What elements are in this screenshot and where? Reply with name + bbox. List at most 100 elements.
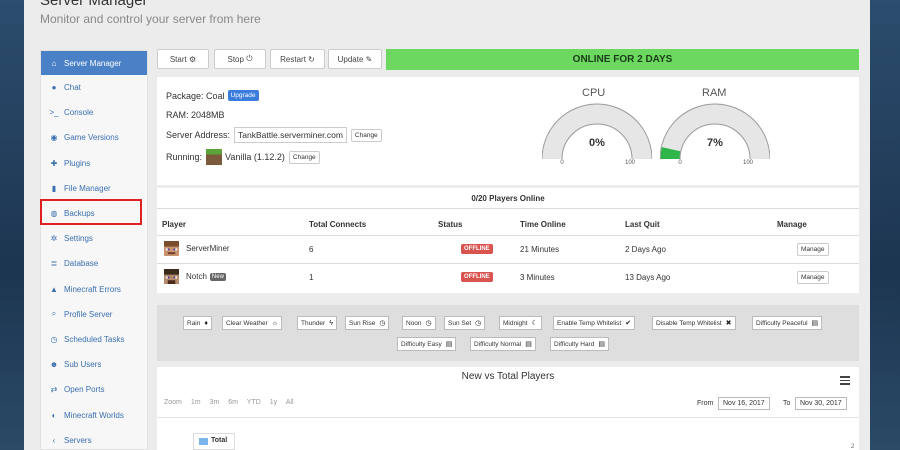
zoom-all[interactable]: All xyxy=(286,399,294,406)
sidebar-item-label: Backups xyxy=(64,209,95,219)
zoom-1y[interactable]: 1y xyxy=(270,399,277,406)
puzzle-icon: ✚ xyxy=(50,158,58,168)
sidebar-item-console[interactable]: >_ Console xyxy=(41,100,147,125)
sidebar-item-chat[interactable]: ● Chat xyxy=(41,75,147,100)
change-version-button[interactable]: Change xyxy=(288,150,320,164)
sidebar-item-profile-server[interactable]: ⌕ Profile Server xyxy=(41,302,147,327)
sidebar-item-minecraft-errors[interactable]: ▲ Minecraft Errors xyxy=(41,277,147,302)
player-name-cell: Notch New xyxy=(186,272,226,281)
zoom-3m[interactable]: 3m xyxy=(210,399,220,406)
stop-button[interactable]: Stop ⏻ xyxy=(214,49,266,69)
thunder-button[interactable]: Thunder ϟ xyxy=(297,316,337,330)
cpu-min: 0 xyxy=(560,160,564,164)
file-icon: ▮ xyxy=(51,183,57,193)
manage-button[interactable]: Manage xyxy=(797,243,829,256)
difficulty-hard-button[interactable]: Difficulty Hard ▤ xyxy=(550,337,609,351)
sidebar-item-label: Game Versions xyxy=(64,133,119,143)
users-icon: ☻ xyxy=(49,360,59,370)
divider xyxy=(157,263,859,264)
sidebar-item-server-manager[interactable]: ⌂ Server Manager xyxy=(41,51,147,75)
col-connects: Total Connects xyxy=(309,220,367,229)
zoom-6m[interactable]: 6m xyxy=(228,399,238,406)
zoom-ytd[interactable]: YTD xyxy=(247,399,261,406)
from-date-input[interactable]: Nov 16, 2017 xyxy=(718,397,770,410)
sidebar-item-servers[interactable]: ‹ Servers xyxy=(41,428,147,450)
sun-set-button[interactable]: Sun Set ◷ xyxy=(444,316,486,330)
drop-icon: ♦ xyxy=(204,319,208,327)
sidebar-item-scheduled-tasks[interactable]: ◷ Scheduled Tasks xyxy=(41,327,147,352)
sidebar-item-database[interactable]: ≣ Database xyxy=(41,251,147,276)
players-table: 0/20 Players Online Player Total Connect… xyxy=(157,188,859,293)
sidebar-item-sub-users[interactable]: ☻ Sub Users xyxy=(41,352,147,377)
update-button[interactable]: Update ✎ xyxy=(328,49,382,69)
running-row: Running: Vanilla (1.12.2) Change xyxy=(166,149,320,165)
plug-icon: ⇄ xyxy=(50,385,58,395)
time-online: 21 Minutes xyxy=(520,245,560,254)
sidebar-item-label: Chat xyxy=(64,83,81,93)
package-value: Coal xyxy=(206,90,225,101)
warning-icon: ▲ xyxy=(50,284,58,294)
hamburger-menu-icon[interactable] xyxy=(840,376,850,385)
ram-value: 2048MB xyxy=(191,110,225,120)
bolt-icon: ϟ xyxy=(329,319,333,327)
player-name: Notch xyxy=(186,272,207,281)
cmd-label: Sun Set xyxy=(448,319,472,327)
ram-gauge-fill xyxy=(660,147,681,160)
sidebar-item-plugins[interactable]: ✚ Plugins xyxy=(41,151,147,176)
zoom-1m[interactable]: 1m xyxy=(191,399,201,406)
search-icon: ⌕ xyxy=(51,309,57,319)
grass-block-icon xyxy=(206,149,223,165)
noon-button[interactable]: Noon ◷ xyxy=(402,316,436,330)
ram-gauge: 7% 0 100 xyxy=(660,103,770,164)
sidebar-item-backups[interactable]: ◍ Backups xyxy=(41,201,147,226)
difficulty-normal-button[interactable]: Difficulty Normal ▤ xyxy=(470,337,536,351)
sidebar-item-label: Plugins xyxy=(64,158,91,168)
difficulty-easy-button[interactable]: Difficulty Easy ▤ xyxy=(397,337,457,351)
sun-rise-button[interactable]: Sun Rise ◷ xyxy=(345,316,390,330)
midnight-button[interactable]: Midnight ☾ xyxy=(499,316,542,330)
clear-weather-button[interactable]: Clear Weather ☼ xyxy=(222,316,283,330)
cmd-label: Clear Weather xyxy=(226,319,268,327)
player-avatar xyxy=(164,269,179,284)
start-label: Start xyxy=(169,54,187,64)
zoom-controls: Zoom 1m 3m 6m YTD 1y All xyxy=(164,399,301,406)
sidebar-item-game-versions[interactable]: ◉ Game Versions xyxy=(41,125,147,150)
difficulty-peaceful-button[interactable]: Difficulty Peaceful ▤ xyxy=(752,316,823,330)
disable-temp-whitelist-button[interactable]: Disable Temp Whitelist ✖ xyxy=(652,316,736,330)
sidebar-item-file-manager[interactable]: ▮ File Manager xyxy=(41,176,147,201)
start-button[interactable]: Start ⚙ xyxy=(157,49,209,69)
divider xyxy=(157,417,859,418)
cpu-gauge: 0% 0 100 xyxy=(542,103,652,164)
commands-panel: Rain ♦ Clear Weather ☼ Thunder ϟ Sun Rise ◷ … xyxy=(157,305,859,361)
manage-button[interactable]: Manage xyxy=(797,271,829,284)
upgrade-button[interactable]: Upgrade xyxy=(227,90,259,101)
sun-icon: ☼ xyxy=(271,319,279,327)
cmd-label: Thunder xyxy=(301,319,326,327)
rain-button[interactable]: Rain ♦ xyxy=(183,316,212,330)
chart-title: New vs Total Players xyxy=(461,371,555,382)
world-icon: ◐ xyxy=(51,410,57,420)
ram-max: 100 xyxy=(743,160,754,164)
total-connects: 1 xyxy=(309,273,314,282)
sidebar-item-settings[interactable]: ✲ Settings xyxy=(41,226,147,251)
clock-icon: ◷ xyxy=(50,334,58,344)
to-date-input[interactable]: Nov 30, 2017 xyxy=(795,397,847,410)
sidebar-item-minecraft-worlds[interactable]: ◐ Minecraft Worlds xyxy=(41,402,147,427)
new-badge: New xyxy=(209,272,226,281)
enable-temp-whitelist-button[interactable]: Enable Temp Whitelist ✔ xyxy=(553,316,636,330)
cmd-label: Difficulty Peaceful xyxy=(756,319,808,327)
ram-row: RAM: 2048MB xyxy=(166,110,225,120)
change-address-button[interactable]: Change xyxy=(350,128,382,142)
sidebar-item-open-ports[interactable]: ⇄ Open Ports xyxy=(41,377,147,402)
sidebar-item-label: Minecraft Worlds xyxy=(64,410,124,420)
sidebar-item-label: Profile Server xyxy=(64,309,113,319)
server-address-field[interactable]: TankBattle.serverminer.com xyxy=(234,127,347,143)
globe-icon: ◉ xyxy=(50,133,58,143)
last-quit: 2 Days Ago xyxy=(625,245,666,254)
restart-button[interactable]: Restart ↻ xyxy=(270,49,325,69)
chart-legend: Total xyxy=(193,433,235,450)
player-avatar xyxy=(164,241,179,256)
cmd-label: Difficulty Hard xyxy=(554,340,595,348)
ram-min: 0 xyxy=(678,160,682,164)
legend-swatch xyxy=(199,438,208,445)
